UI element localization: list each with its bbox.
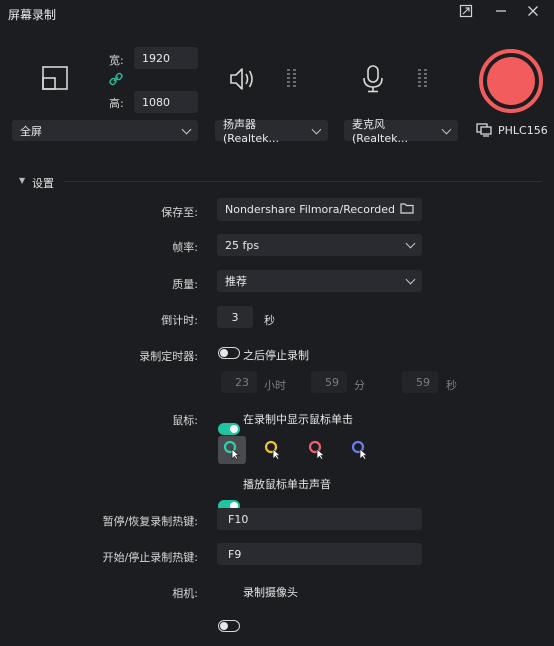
cursor-color-green[interactable] (218, 436, 246, 464)
monitor-icon[interactable] (476, 123, 492, 140)
speaker-select[interactable]: 扬声器 (Realtek... (215, 118, 328, 145)
timer-seconds-unit: 秒 (446, 379, 457, 392)
camera-label: 相机: (172, 587, 198, 600)
speaker-icon[interactable] (229, 66, 257, 95)
save-path-field[interactable]: Nondershare Filmora/Recorded (217, 198, 422, 221)
mic-select[interactable]: 麦克风 (Realtek... (344, 118, 458, 145)
countdown-input[interactable]: 3 (217, 306, 253, 328)
show-clicks-text: 在录制中显示鼠标单击 (243, 413, 353, 426)
start-hotkey-label: 开始/停止录制热键: (102, 551, 198, 564)
screen-select-value: 全屏 (20, 124, 42, 138)
screen-select[interactable]: 全屏 (12, 120, 198, 141)
start-hotkey-input[interactable]: F9 (217, 543, 422, 565)
pause-hotkey-label: 暂停/恢复录制热键: (102, 515, 198, 528)
speaker-select-value: 扬声器 (Realtek... (223, 118, 279, 145)
camera-toggle[interactable] (218, 620, 240, 632)
height-input[interactable]: 1080 (134, 91, 198, 113)
quality-select-value: 推荐 (225, 275, 247, 288)
quality-label: 质量: (172, 278, 198, 291)
app-title: 屏幕录制 (8, 8, 57, 22)
chevron-down-icon (181, 124, 192, 134)
speaker-level-meter (287, 69, 296, 89)
chevron-down-icon (405, 238, 416, 249)
close-icon[interactable] (526, 4, 540, 22)
cursor-color-yellow[interactable] (259, 436, 287, 464)
collapse-triangle-icon[interactable]: ▼ (19, 176, 25, 185)
width-label: 宽: (109, 54, 124, 67)
cursor-color-red[interactable] (303, 436, 331, 464)
timer-seconds-input[interactable]: 59 (402, 371, 438, 393)
quality-select[interactable]: 推荐 (217, 270, 422, 292)
timer-toggle-text: 之后停止录制 (243, 349, 309, 362)
mouse-label: 鼠标: (172, 414, 198, 427)
fps-label: 帧率: (172, 241, 198, 254)
settings-header[interactable]: 设置 (32, 175, 54, 191)
mic-select-value: 麦克风 (Realtek... (352, 118, 408, 145)
chevron-down-icon (441, 124, 452, 134)
click-sound-text: 播放鼠标单击声音 (243, 478, 331, 491)
chevron-down-icon (405, 274, 416, 285)
timer-minutes-unit: 分 (354, 379, 365, 392)
screen-region-icon[interactable] (42, 66, 68, 93)
timer-label: 录制定时器: (139, 350, 198, 363)
fps-select[interactable]: 25 fps (217, 234, 422, 256)
timer-toggle[interactable] (218, 347, 240, 359)
folder-icon[interactable] (400, 202, 414, 217)
width-input[interactable]: 1920 (134, 47, 198, 69)
record-button[interactable] (478, 48, 544, 114)
camera-toggle-text: 录制摄像头 (243, 586, 298, 599)
minimize-icon[interactable] (494, 4, 508, 22)
fps-select-value: 25 fps (225, 238, 260, 252)
save-path-value: Nondershare Filmora/Recorded (225, 203, 396, 216)
save-label: 保存至: (161, 206, 198, 219)
cursor-color-blue[interactable] (346, 436, 374, 464)
countdown-unit: 秒 (264, 314, 275, 327)
show-clicks-toggle[interactable] (218, 423, 240, 435)
timer-hours-input[interactable]: 23 (221, 371, 257, 393)
monitor-name[interactable]: PHLC156 (498, 124, 548, 137)
timer-hours-unit: 小时 (264, 379, 286, 392)
countdown-label: 倒计时: (161, 314, 198, 327)
settings-divider (64, 181, 542, 182)
timer-minutes-input[interactable]: 59 (311, 371, 347, 393)
maximize-icon[interactable] (459, 4, 473, 22)
mic-level-meter (418, 69, 427, 89)
link-icon[interactable] (108, 71, 124, 90)
microphone-icon[interactable] (362, 65, 384, 96)
height-label: 高: (109, 97, 124, 110)
pause-hotkey-input[interactable]: F10 (217, 508, 422, 530)
